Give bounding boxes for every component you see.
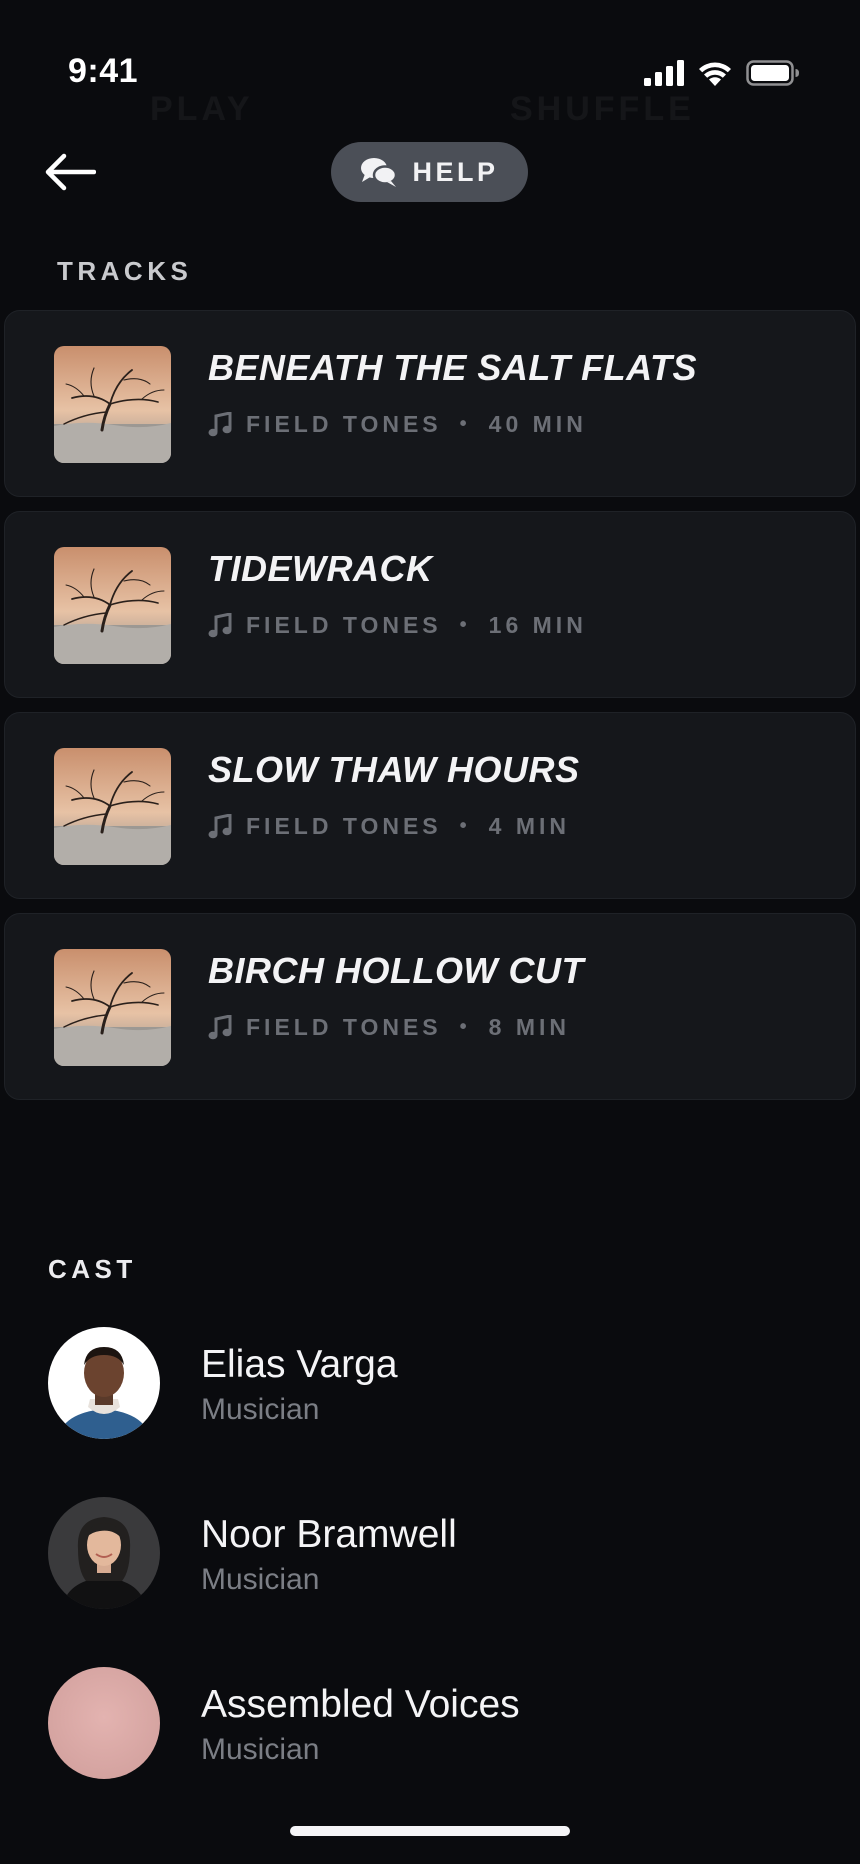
album-art	[54, 949, 171, 1066]
track-title: TIDEWRACK	[208, 548, 433, 589]
battery-icon	[746, 60, 799, 86]
cast-member[interactable]: Assembled Voices Musician	[48, 1667, 828, 1837]
music-note-icon	[208, 813, 232, 838]
cast-section-title: CAST	[48, 1254, 137, 1284]
arrow-left-icon	[45, 153, 96, 191]
meta-separator: •	[459, 413, 471, 435]
track-artist: FIELD TONES	[246, 612, 442, 638]
track-duration: 8 MIN	[488, 1014, 571, 1040]
cast-role: Musician	[201, 1563, 320, 1596]
track-meta: FIELD TONES • 40 MIN	[208, 411, 587, 438]
avatar	[48, 1497, 160, 1609]
album-art	[54, 547, 171, 664]
track-artist: FIELD TONES	[246, 813, 442, 839]
cast-member[interactable]: Elias Varga Musician	[48, 1327, 828, 1497]
track-duration: 4 MIN	[488, 813, 571, 839]
music-note-icon	[208, 1014, 232, 1039]
signal-icon	[644, 60, 684, 86]
album-art	[54, 748, 171, 865]
cast-list: Elias Varga Musician Noor Bramwell Music…	[48, 1327, 828, 1837]
status-icons	[644, 60, 800, 86]
back-button[interactable]	[44, 150, 100, 194]
track-meta: FIELD TONES • 8 MIN	[208, 1014, 570, 1041]
track-title: BIRCH HOLLOW CUT	[208, 950, 584, 991]
track-duration: 16 MIN	[488, 612, 587, 638]
track-meta: FIELD TONES • 16 MIN	[208, 612, 587, 639]
wifi-icon	[699, 62, 731, 86]
track-row[interactable]: SLOW THAW HOURS FIELD TONES • 4 MIN	[4, 712, 856, 899]
status-bar: 9:41	[0, 0, 860, 130]
track-artist: FIELD TONES	[246, 411, 442, 437]
meta-separator: •	[459, 614, 471, 636]
track-list: BENEATH THE SALT FLATS FIELD TONES • 40 …	[4, 310, 856, 1114]
status-time: 9:41	[68, 52, 139, 90]
track-row[interactable]: TIDEWRACK FIELD TONES • 16 MIN	[4, 511, 856, 698]
chat-bubbles-icon	[361, 158, 398, 187]
avatar-placeholder	[48, 1667, 160, 1779]
meta-separator: •	[459, 1016, 471, 1038]
cast-name: Noor Bramwell	[201, 1513, 457, 1556]
album-art	[54, 346, 171, 463]
cast-member[interactable]: Noor Bramwell Musician	[48, 1497, 828, 1667]
track-title: SLOW THAW HOURS	[208, 749, 580, 790]
help-label: HELP	[412, 156, 499, 187]
track-artist: FIELD TONES	[246, 1014, 442, 1040]
music-note-icon	[208, 612, 232, 637]
meta-separator: •	[459, 815, 471, 837]
cast-role: Musician	[201, 1393, 320, 1426]
track-meta: FIELD TONES • 4 MIN	[208, 813, 570, 840]
avatar	[48, 1327, 160, 1439]
cast-role: Musician	[201, 1733, 320, 1766]
track-row[interactable]: BENEATH THE SALT FLATS FIELD TONES • 40 …	[4, 310, 856, 497]
tracks-section-title: TRACKS	[57, 256, 193, 286]
cast-name: Elias Varga	[201, 1343, 398, 1386]
music-note-icon	[208, 411, 232, 436]
track-row[interactable]: BIRCH HOLLOW CUT FIELD TONES • 8 MIN	[4, 913, 856, 1100]
track-title: BENEATH THE SALT FLATS	[208, 347, 697, 388]
track-duration: 40 MIN	[488, 411, 587, 437]
help-button[interactable]: HELP	[331, 142, 528, 202]
home-indicator	[290, 1826, 570, 1836]
cast-name: Assembled Voices	[201, 1683, 520, 1726]
